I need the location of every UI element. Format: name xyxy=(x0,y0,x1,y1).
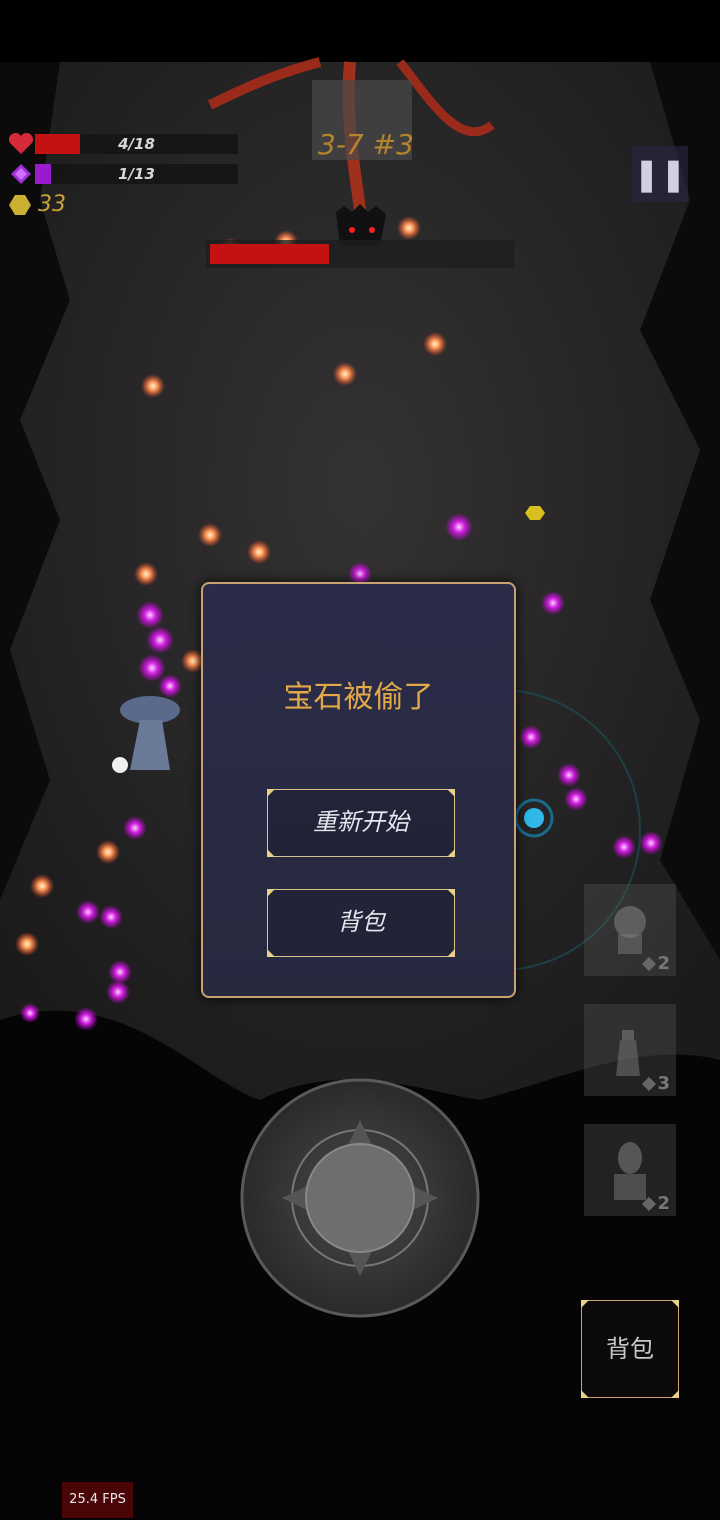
health-text: 4/18 xyxy=(118,135,155,153)
dialog-bag-button[interactable]: 背包 xyxy=(267,889,455,957)
coin-icon xyxy=(9,195,31,215)
pause-button[interactable]: ❚❚ xyxy=(632,146,688,202)
restart-button[interactable]: 重新开始 xyxy=(267,789,455,857)
skill-count: 2 xyxy=(657,1193,670,1214)
diamond-icon xyxy=(11,164,31,184)
pause-icon: ❚❚ xyxy=(633,155,687,193)
skill-count: 3 xyxy=(657,1073,670,1094)
game-over-dialog: 宝石被偷了 重新开始 背包 xyxy=(201,582,516,998)
health-bar: 4/18 xyxy=(35,134,238,154)
joystick[interactable] xyxy=(240,1078,480,1318)
skill-slot-1[interactable]: 2 xyxy=(584,884,676,976)
dialog-bag-button-label: 背包 xyxy=(337,908,385,936)
dialog-title: 宝石被偷了 xyxy=(283,680,434,715)
bag-button[interactable]: 背包 xyxy=(581,1300,679,1398)
restart-button-label: 重新开始 xyxy=(313,808,409,836)
skill-slot-2[interactable]: 3 xyxy=(584,1004,676,1096)
mana-bar: 1/13 xyxy=(35,164,238,184)
mana-text: 1/13 xyxy=(118,165,155,183)
skill-count: 2 xyxy=(657,953,670,974)
boss-health-fill xyxy=(210,244,330,264)
skill-slot-3[interactable]: 2 xyxy=(584,1124,676,1216)
heart-icon xyxy=(8,132,34,154)
stage-label: 3-7 #3 xyxy=(318,128,414,161)
boss-health-bar xyxy=(206,240,514,268)
bag-button-label: 背包 xyxy=(606,1335,654,1363)
fps-counter: 25.4 FPS xyxy=(62,1482,133,1518)
gold-count: 33 xyxy=(38,192,66,217)
